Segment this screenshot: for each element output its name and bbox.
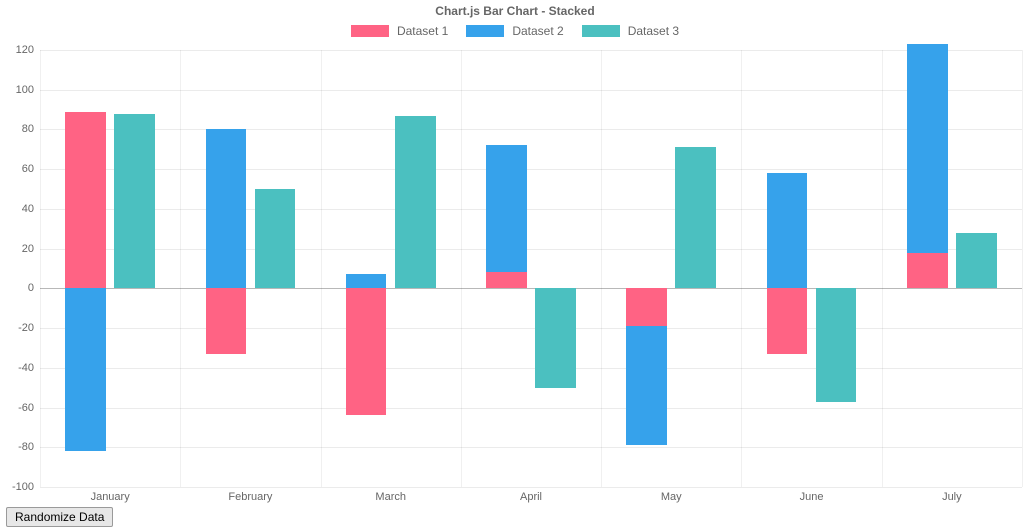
bar-segment[interactable]	[346, 274, 387, 288]
x-tick-label: June	[800, 491, 824, 503]
x-tick-label: January	[91, 491, 130, 503]
bar-segment[interactable]	[767, 288, 808, 354]
gridline	[40, 487, 1022, 488]
x-tick-label: April	[520, 491, 542, 503]
chart-title: Chart.js Bar Chart - Stacked	[0, 0, 1030, 18]
y-tick-label: -40	[18, 362, 34, 374]
y-tick-label: 0	[28, 282, 34, 294]
legend: Dataset 1 Dataset 2 Dataset 3	[0, 24, 1030, 38]
legend-item-2[interactable]: Dataset 2	[466, 24, 563, 38]
bar-segment[interactable]	[816, 288, 857, 401]
y-tick-label: 80	[22, 123, 34, 135]
y-tick-label: 100	[16, 84, 34, 96]
bar-segment[interactable]	[907, 253, 948, 289]
x-tick-label: July	[942, 491, 962, 503]
bar-segment[interactable]	[956, 233, 997, 289]
bar-segment[interactable]	[255, 189, 296, 288]
bar-segment[interactable]	[486, 145, 527, 272]
bar-segment[interactable]	[114, 114, 155, 289]
chart-container: Chart.js Bar Chart - Stacked Dataset 1Da…	[0, 0, 1030, 531]
bar-segment[interactable]	[626, 288, 667, 326]
bar-segment[interactable]	[767, 173, 808, 288]
x-tick-label: February	[228, 491, 272, 503]
y-tick-label: -100	[12, 481, 34, 493]
plot-area: -100-80-60-40-20020406080100120	[40, 50, 1022, 487]
bar-segment[interactable]	[346, 288, 387, 415]
bar-segment[interactable]	[486, 272, 527, 288]
bar-segment[interactable]	[206, 288, 247, 354]
legend-swatch	[351, 25, 389, 37]
legend-label: Dataset 2	[512, 24, 563, 38]
legend-item-1[interactable]: Dataset 1	[351, 24, 448, 38]
randomize-data-button[interactable]: Randomize Data	[6, 507, 113, 527]
y-tick-label: 40	[22, 203, 34, 215]
legend-swatch	[466, 25, 504, 37]
bar-segment[interactable]	[626, 326, 667, 445]
x-axis-labels: January February March April May June July	[40, 491, 1022, 507]
y-tick-label: 20	[22, 243, 34, 255]
bar-segment[interactable]	[675, 147, 716, 288]
y-tick-label: -80	[18, 441, 34, 453]
bar-segment[interactable]	[395, 116, 436, 289]
legend-item-3[interactable]: Dataset 3	[582, 24, 679, 38]
bar-segment[interactable]	[65, 112, 106, 289]
bar-segment[interactable]	[206, 129, 247, 288]
x-tick-label: May	[661, 491, 682, 503]
legend-label: Dataset 3	[628, 24, 679, 38]
y-tick-label: -60	[18, 402, 34, 414]
legend-label: Dataset 1	[397, 24, 448, 38]
bar-segment[interactable]	[907, 44, 948, 253]
bar-segment[interactable]	[65, 288, 106, 451]
y-tick-label: 60	[22, 163, 34, 175]
y-tick-label: -20	[18, 322, 34, 334]
x-tick-label: March	[375, 491, 406, 503]
legend-swatch	[582, 25, 620, 37]
vgrid	[1022, 50, 1023, 487]
y-tick-label: 120	[16, 44, 34, 56]
bar-segment[interactable]	[535, 288, 576, 387]
